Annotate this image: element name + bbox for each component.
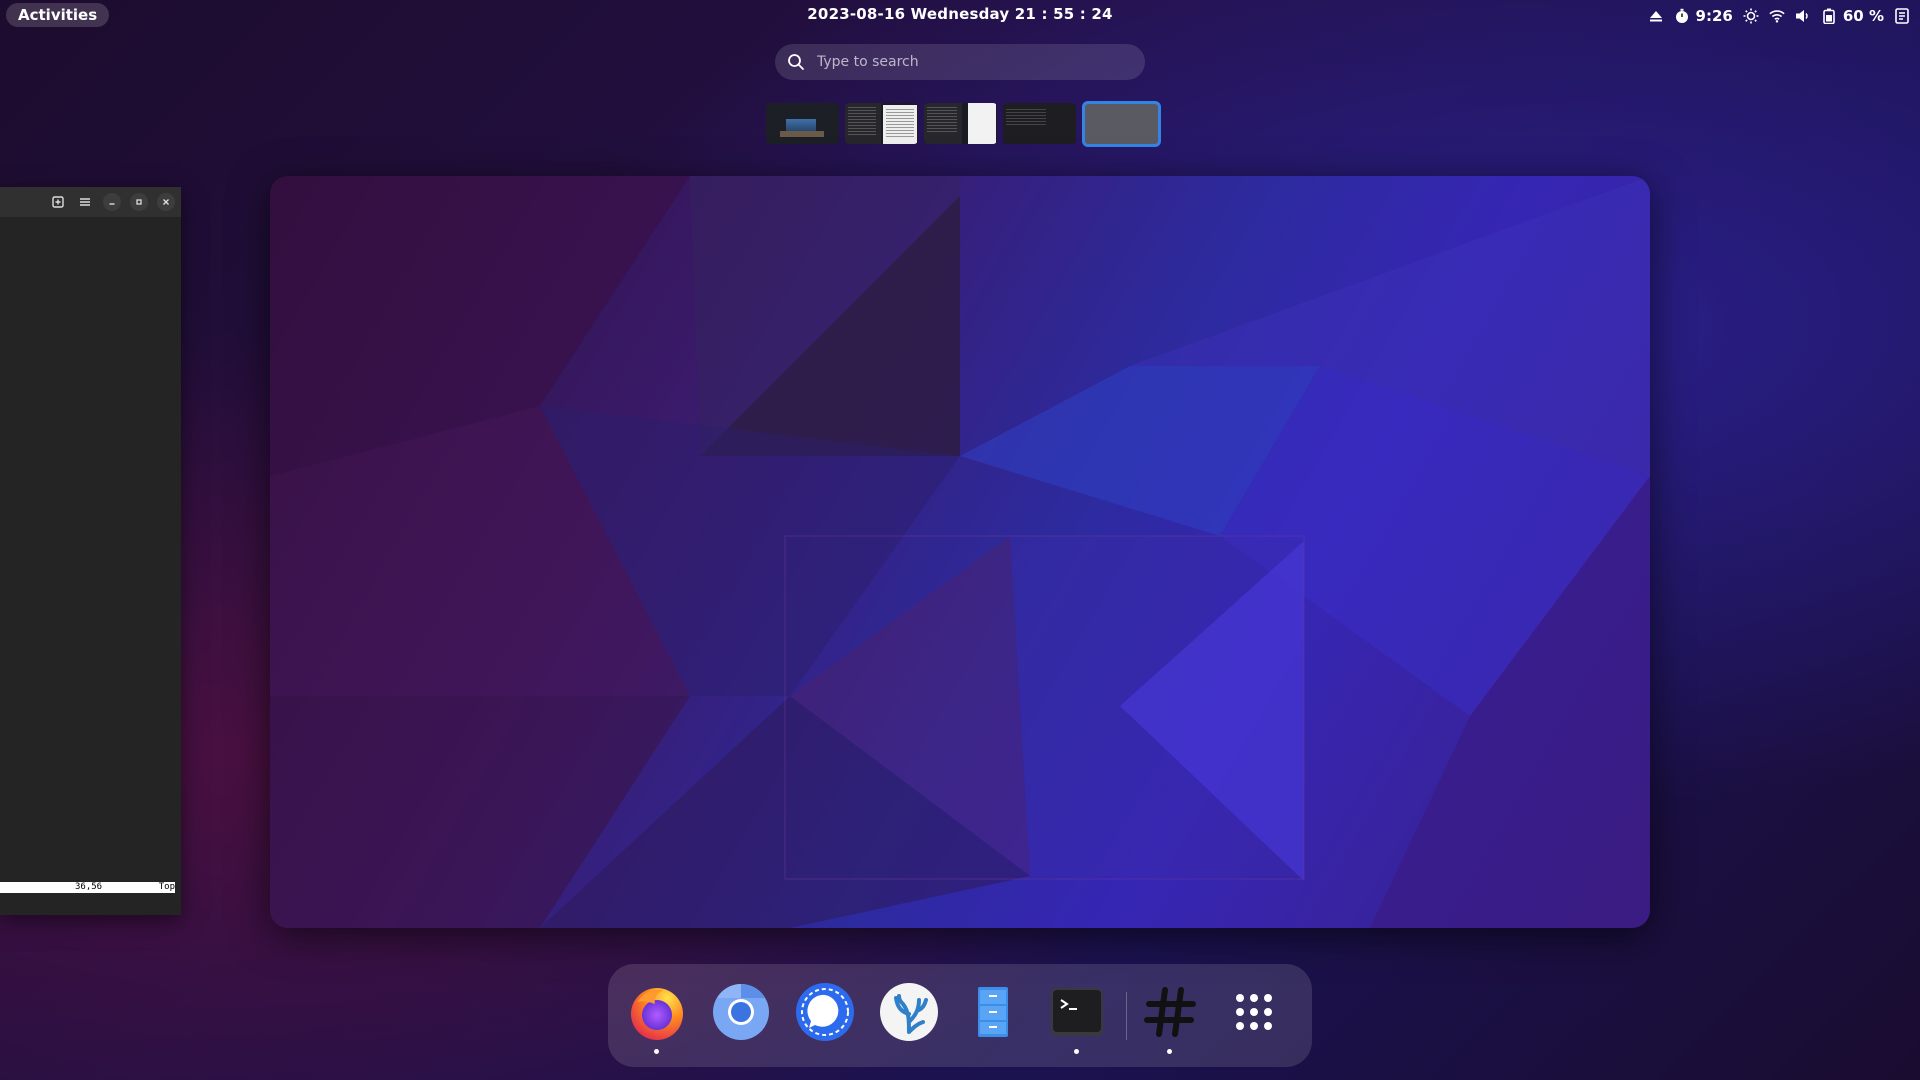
wifi-icon[interactable] [1769, 8, 1785, 24]
minimize-icon[interactable] [103, 193, 121, 211]
hash-icon [1140, 982, 1200, 1046]
volume-icon[interactable] [1795, 8, 1811, 24]
editor-status-line: 36,56 Top [0, 882, 175, 893]
window-header [0, 187, 181, 217]
timer-value: 9:26 [1695, 7, 1733, 25]
dash-dock [608, 964, 1312, 1067]
search-input[interactable] [815, 53, 1119, 71]
scroll-position: Top [158, 882, 175, 892]
search-bar[interactable] [775, 44, 1145, 80]
workspace-thumbnail-3[interactable] [924, 103, 997, 144]
battery-percent: 60 % [1842, 7, 1884, 25]
running-indicator [1167, 1049, 1172, 1054]
eject-icon[interactable] [1648, 8, 1664, 24]
file-cabinet-icon [963, 982, 1023, 1046]
clock[interactable]: 2023-08-16 Wednesday 21 : 55 : 24 [0, 5, 1920, 23]
close-icon[interactable] [157, 193, 175, 211]
dock-item-signal[interactable] [795, 982, 855, 1046]
workspace-thumbnail-4[interactable] [1003, 103, 1076, 144]
dock-separator [1126, 992, 1127, 1040]
wallpaper-pattern [270, 176, 1650, 928]
app-grid-icon [1224, 982, 1284, 1046]
dock-item-chromium[interactable] [711, 984, 771, 1044]
workspace-thumbnail-2[interactable] [845, 103, 918, 144]
search-icon [787, 53, 805, 71]
workspace-thumbnail-5[interactable] [1082, 101, 1161, 147]
signal-icon [795, 982, 855, 1046]
editor-window[interactable]: 36,56 Top [0, 187, 181, 915]
terminal-icon [1047, 982, 1107, 1046]
workspace-switcher [766, 101, 1161, 147]
dock-item-app-grid[interactable] [1224, 984, 1284, 1044]
timer-indicator[interactable]: 9:26 [1674, 7, 1733, 25]
dock-item-terminal[interactable] [1047, 982, 1107, 1054]
notes-icon[interactable] [1894, 8, 1910, 24]
running-indicator [654, 1049, 659, 1054]
battery-icon [1821, 8, 1837, 24]
workspace-preview[interactable] [270, 176, 1650, 928]
battery-indicator[interactable]: 60 % [1821, 7, 1884, 25]
top-bar: Activities 2023-08-16 Wednesday 21 : 55 … [0, 0, 1920, 31]
running-indicator [1074, 1049, 1079, 1054]
dock-item-firefox[interactable] [627, 982, 687, 1054]
cursor-position: 36,56 [75, 882, 103, 892]
menu-icon[interactable] [76, 193, 94, 211]
vscodium-icon [879, 982, 939, 1046]
dock-item-hash[interactable] [1140, 982, 1200, 1054]
dock-item-vscodium[interactable] [879, 982, 939, 1046]
system-tray[interactable]: 9:26 60 % [1648, 5, 1910, 27]
new-tab-icon[interactable] [49, 193, 67, 211]
stopwatch-icon [1674, 8, 1690, 24]
maximize-icon[interactable] [130, 193, 148, 211]
chromium-icon [711, 982, 771, 1046]
brightness-icon[interactable] [1743, 8, 1759, 24]
workspace-thumbnail-1[interactable] [766, 103, 839, 144]
dock-item-files[interactable] [963, 984, 1023, 1044]
firefox-icon [627, 982, 687, 1046]
